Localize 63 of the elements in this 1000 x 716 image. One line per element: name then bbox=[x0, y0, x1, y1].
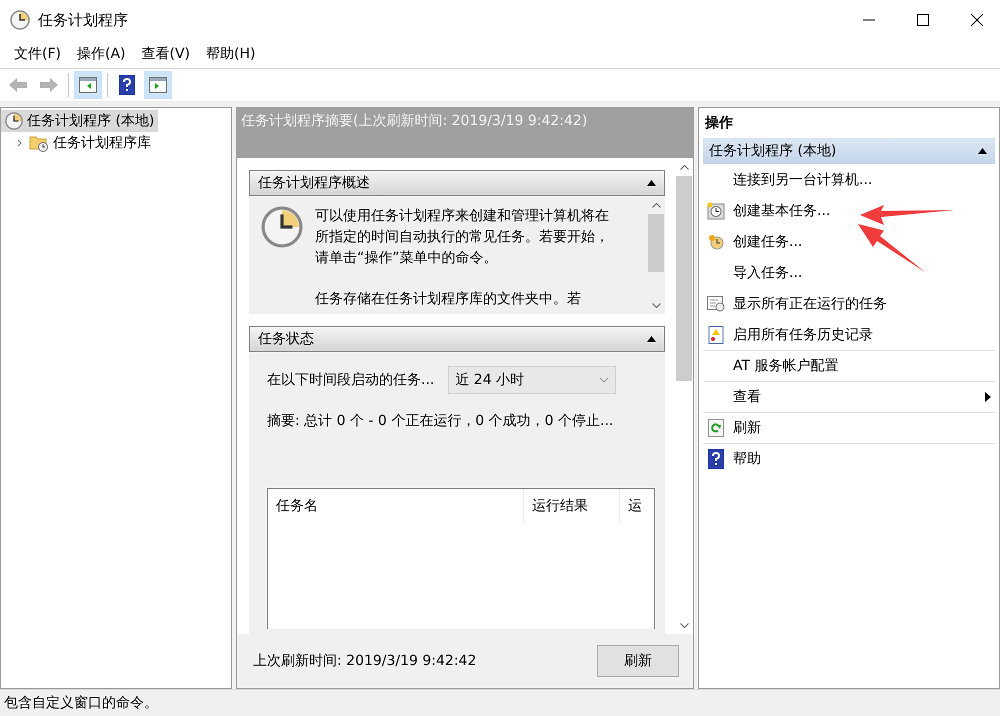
close-icon bbox=[971, 14, 983, 26]
action-item[interactable]: 显示所有正在运行的任务 bbox=[733, 295, 991, 313]
window-title: 任务计划程序 bbox=[38, 10, 129, 30]
action-item[interactable]: 连接到另一台计算机... bbox=[733, 171, 991, 189]
pane-icon bbox=[149, 77, 167, 93]
section-header[interactable]: 任务计划程序概述 bbox=[249, 170, 665, 196]
scroll-up-icon[interactable] bbox=[652, 202, 660, 208]
section-title: 任务状态 bbox=[258, 330, 314, 348]
tree-item[interactable]: 任务计划程序库 bbox=[1, 132, 155, 154]
pane-icon bbox=[79, 77, 97, 93]
action-item[interactable]: 创建任务... bbox=[733, 233, 991, 251]
action-item[interactable]: 查看 bbox=[733, 388, 977, 406]
scroll-down-icon[interactable] bbox=[680, 622, 688, 628]
scroll-down-icon[interactable] bbox=[652, 302, 660, 308]
help-icon bbox=[708, 449, 724, 469]
refresh-icon bbox=[708, 419, 724, 437]
clock-icon bbox=[708, 234, 724, 250]
overview-paragraph: 可以使用任务计划程序来创建和管理计算机将在所指定的时间自动执行的常见任务。若要开始，请单击“操作”菜单中的命令。 bbox=[315, 207, 610, 268]
back-arrow-icon bbox=[8, 77, 28, 93]
last-refresh-text: 上次刷新时间: 2019/3/19 9:42:42 bbox=[253, 652, 476, 670]
action-item[interactable]: AT 服务帐户配置 bbox=[733, 357, 991, 375]
column-header[interactable]: 运行结果 bbox=[524, 489, 620, 523]
section-title: 任务计划程序概述 bbox=[258, 174, 370, 192]
column-header[interactable]: 运 bbox=[620, 489, 654, 523]
menu-item[interactable]: 帮助(H) bbox=[198, 45, 264, 63]
column-header[interactable]: 任务名 bbox=[268, 489, 524, 523]
action-item[interactable]: 创建基本任务... bbox=[733, 202, 991, 220]
help-icon bbox=[119, 75, 135, 95]
toolbar-button[interactable] bbox=[74, 71, 102, 99]
action-item[interactable]: 启用所有任务历史记录 bbox=[733, 326, 991, 344]
scroll-up-icon[interactable] bbox=[680, 164, 688, 170]
collapse-arrow-icon[interactable] bbox=[647, 180, 656, 186]
tree-item[interactable]: 任务计划程序 (本地) bbox=[1, 110, 158, 132]
forward-arrow-icon bbox=[39, 77, 59, 93]
clock-icon bbox=[10, 10, 30, 30]
clock-icon bbox=[5, 112, 23, 130]
toolbar-button[interactable] bbox=[144, 71, 172, 99]
clock-icon bbox=[261, 206, 303, 248]
task-list-icon bbox=[707, 296, 725, 312]
notebook-icon bbox=[708, 326, 724, 344]
maximize-icon bbox=[917, 14, 929, 26]
overview-paragraph: 任务存储在任务计划程序库的文件夹中。若 bbox=[315, 290, 582, 309]
action-item[interactable]: 刷新 bbox=[733, 419, 991, 437]
menu-item[interactable]: 查看(V) bbox=[134, 45, 198, 63]
collapse-arrow-icon[interactable] bbox=[978, 148, 987, 154]
dropdown-caret-icon[interactable] bbox=[599, 377, 610, 383]
period-dropdown[interactable]: 近 24 小时 bbox=[448, 366, 616, 394]
action-item[interactable]: 导入任务... bbox=[733, 264, 991, 282]
refresh-button[interactable]: 刷新 bbox=[597, 645, 679, 677]
group-title: 任务计划程序 (本地) bbox=[709, 142, 836, 160]
summary-text: 摘要: 总计 0 个 - 0 个正在运行，0 个成功，0 个停止... bbox=[267, 412, 614, 430]
period-label: 在以下时间段启动的任务... bbox=[267, 371, 434, 389]
action-group-header[interactable]: 任务计划程序 (本地) bbox=[703, 138, 995, 164]
action-item[interactable]: 帮助 bbox=[733, 450, 991, 468]
clock-icon bbox=[707, 202, 725, 220]
menu-item[interactable]: 文件(F) bbox=[6, 45, 69, 63]
status-text: 包含自定义窗口的命令。 bbox=[4, 694, 158, 712]
menu-item[interactable]: 操作(A) bbox=[68, 45, 134, 63]
section-header[interactable]: 任务状态 bbox=[249, 326, 665, 352]
summary-title: 任务计划程序摘要(上次刷新时间: 2019/3/19 9:42:42) bbox=[241, 113, 588, 129]
folder-clock-icon bbox=[29, 134, 49, 152]
collapse-arrow-icon[interactable] bbox=[647, 336, 656, 342]
actions-title: 操作 bbox=[704, 114, 734, 133]
